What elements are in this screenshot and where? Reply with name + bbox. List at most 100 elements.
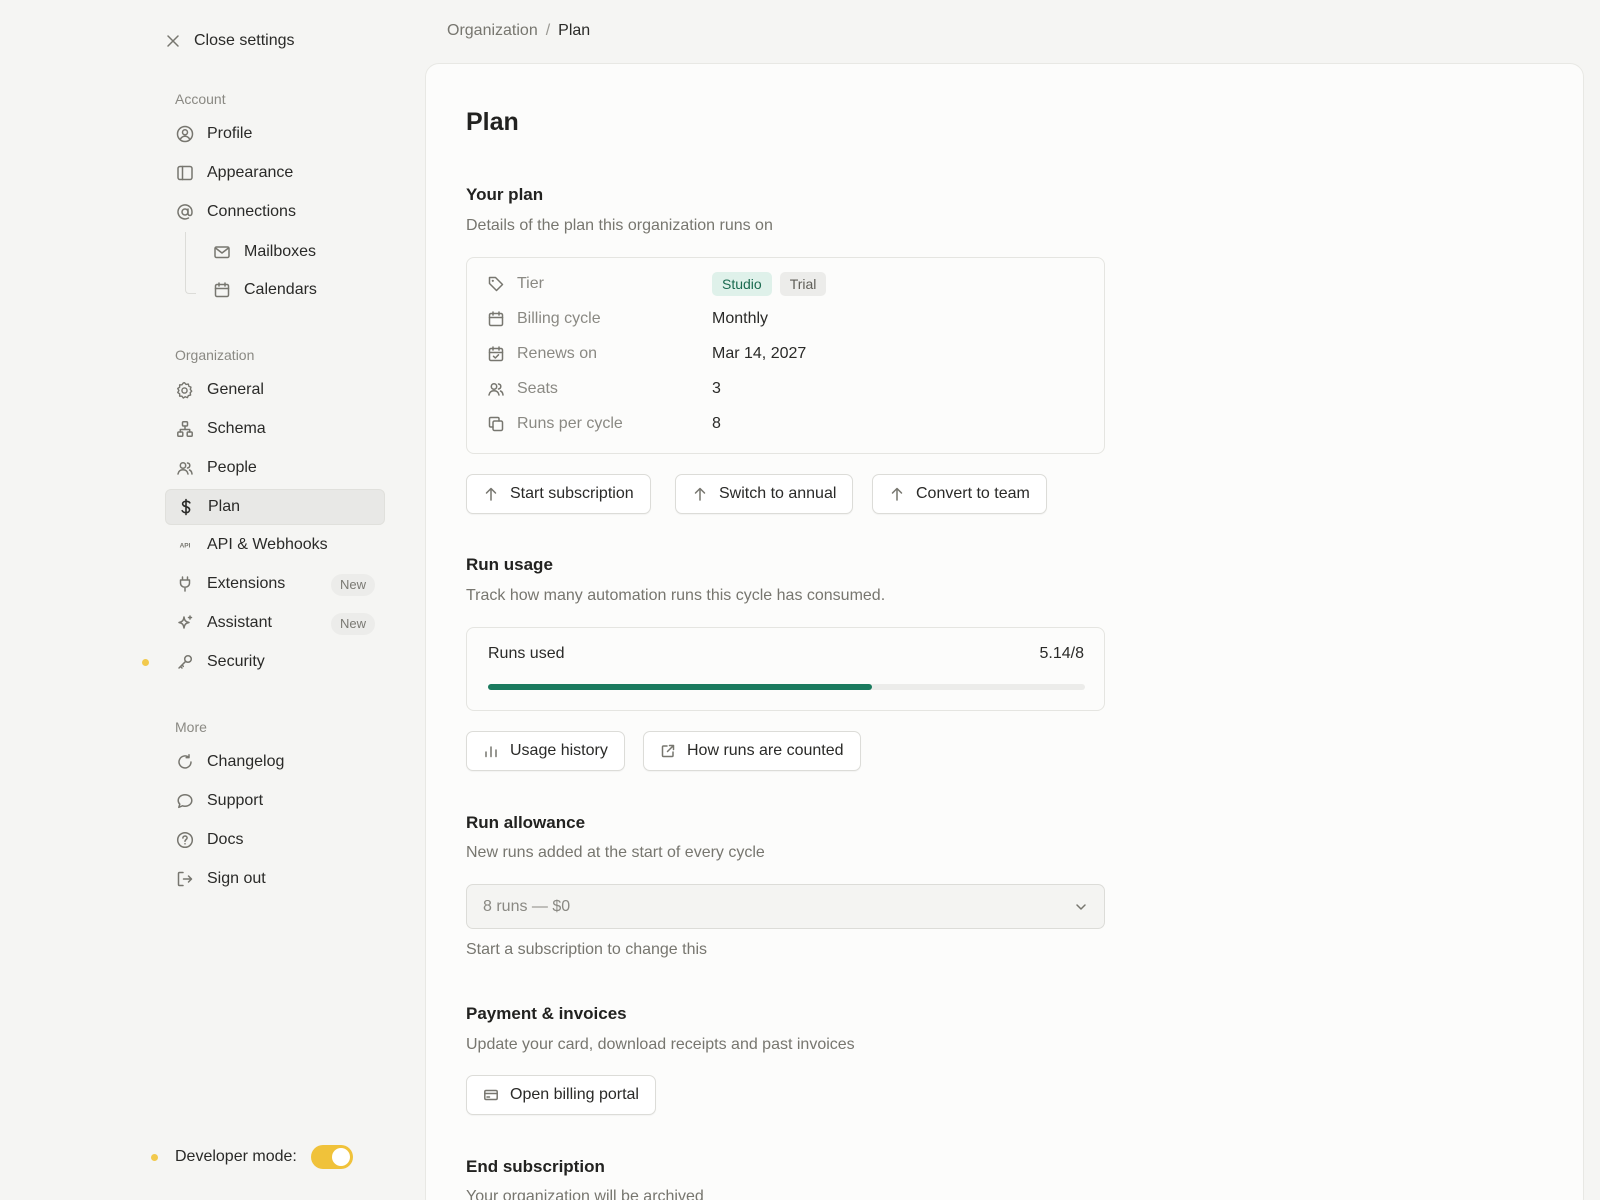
sidebar-item-schema[interactable]: Schema	[165, 411, 385, 447]
sidebar-item-label: Plan	[208, 498, 241, 515]
plan-row-value: Monthly	[712, 310, 769, 327]
tree-connector	[185, 232, 196, 294]
api-icon: API	[175, 536, 194, 555]
your-plan-description: Details of the plan this organization ru…	[466, 217, 773, 234]
sidebar-item-mailboxes[interactable]: Mailboxes	[202, 234, 385, 270]
plan-row-tier: Tier Studio Trial	[487, 272, 1087, 296]
start-subscription-button[interactable]: Start subscription	[466, 474, 651, 514]
plan-row-seats: Seats 3	[487, 378, 1087, 400]
run-allowance-heading: Run allowance	[466, 813, 586, 832]
close-settings-button[interactable]: Close settings	[165, 30, 295, 52]
plan-row-label: Renews on	[517, 345, 598, 362]
copy-icon	[487, 415, 505, 433]
sidebar-item-label: Schema	[207, 420, 266, 437]
switch-to-annual-button[interactable]: Switch to annual	[675, 474, 854, 514]
sidebar-item-plan[interactable]: Plan	[165, 489, 385, 525]
users-icon	[487, 380, 505, 398]
run-allowance-select-value: 8 runs — $0	[483, 897, 571, 915]
sidebar-item-label: API & Webhooks	[207, 536, 328, 553]
sidebar-item-label: Extensions	[207, 575, 286, 592]
sidebar-item-changelog[interactable]: Changelog	[165, 744, 385, 780]
plan-row-renews-on: Renews on Mar 14, 2027	[487, 343, 1087, 365]
chevron-down-icon	[1074, 900, 1088, 914]
schema-icon	[175, 420, 194, 439]
plan-row-billing-cycle: Billing cycle Monthly	[487, 308, 1087, 330]
close-settings-label: Close settings	[194, 32, 295, 49]
developer-mode-indicator-dot	[151, 1154, 158, 1161]
external-link-icon	[660, 743, 676, 759]
end-subscription-heading: End subscription	[466, 1157, 605, 1176]
page-title: Plan	[466, 108, 519, 136]
sidebar-item-people[interactable]: People	[165, 450, 385, 486]
sidebar-item-calendars[interactable]: Calendars	[202, 272, 385, 308]
arrow-up-icon	[692, 486, 708, 502]
sidebar-item-profile[interactable]: Profile	[165, 116, 385, 152]
new-badge: New	[330, 613, 375, 635]
sidebar-item-label: Docs	[207, 831, 244, 848]
convert-to-team-button[interactable]: Convert to team	[872, 474, 1047, 514]
sidebar-item-connections[interactable]: Connections	[165, 194, 385, 230]
new-badge: New	[330, 574, 375, 596]
sidebar-item-extensions[interactable]: Extensions New	[165, 566, 385, 602]
sidebar-item-api-webhooks[interactable]: API API & Webhooks	[165, 527, 385, 563]
user-circle-icon	[175, 125, 194, 144]
logout-icon	[175, 870, 194, 889]
bar-chart-icon	[483, 743, 499, 759]
plan-row-label: Runs per cycle	[517, 415, 623, 432]
sidebar-item-label: Mailboxes	[244, 243, 317, 260]
svg-text:API: API	[179, 543, 190, 550]
sidebar-item-general[interactable]: General	[165, 372, 385, 408]
button-label: How runs are counted	[687, 742, 844, 759]
developer-mode-toggle[interactable]	[310, 1145, 353, 1169]
sidebar-item-docs[interactable]: Docs	[165, 822, 385, 858]
users-icon	[175, 459, 194, 478]
tier-tag-studio: Studio	[712, 272, 772, 296]
button-label: Start subscription	[510, 485, 634, 502]
credit-card-icon	[483, 1087, 499, 1103]
chat-icon	[175, 792, 194, 811]
sparkle-icon	[175, 614, 194, 633]
main-panel: Plan Your plan Details of the plan this …	[425, 63, 1584, 1200]
open-billing-portal-button[interactable]: Open billing portal	[466, 1075, 656, 1115]
sidebar-item-label: Sign out	[207, 870, 266, 887]
settings-sidebar: Close settings Account Profile Appearanc…	[0, 0, 425, 1200]
calendar-check-icon	[487, 345, 505, 363]
tier-tag-trial: Trial	[779, 272, 827, 296]
sidebar-item-label: Profile	[207, 125, 253, 142]
usage-history-button[interactable]: Usage history	[466, 731, 625, 771]
sidebar-item-support[interactable]: Support	[165, 783, 385, 819]
arrow-up-icon	[889, 486, 905, 502]
sidebar-item-appearance[interactable]: Appearance	[165, 155, 385, 191]
dollar-icon	[176, 498, 195, 517]
run-allowance-select[interactable]: 8 runs — $0	[466, 884, 1105, 929]
breadcrumb-organization-link[interactable]: Organization	[447, 22, 538, 40]
sidebar-item-label: Security	[207, 653, 265, 670]
sidebar-item-label: Calendars	[244, 281, 317, 298]
help-circle-icon	[175, 831, 194, 850]
close-icon	[165, 33, 181, 49]
calendar-icon	[212, 281, 231, 300]
at-sign-icon	[175, 203, 194, 222]
how-runs-are-counted-button[interactable]: How runs are counted	[643, 731, 861, 771]
button-label: Usage history	[510, 742, 608, 759]
plan-row-value: Studio Trial	[712, 272, 827, 296]
plan-row-value: 3	[712, 380, 721, 397]
sidebar-item-sign-out[interactable]: Sign out	[165, 861, 385, 897]
developer-mode-label: Developer mode:	[175, 1148, 297, 1165]
plan-row-value: Mar 14, 2027	[712, 345, 807, 362]
sidebar-item-security[interactable]: Security	[165, 644, 385, 680]
sidebar-item-assistant[interactable]: Assistant New	[165, 605, 385, 641]
mail-icon	[212, 243, 231, 262]
sidebar-item-label: People	[207, 459, 257, 476]
payment-heading: Payment & invoices	[466, 1004, 627, 1023]
arrow-up-icon	[483, 486, 499, 502]
your-plan-heading: Your plan	[466, 185, 544, 204]
run-allowance-description: New runs added at the start of every cyc…	[466, 844, 765, 861]
runs-progress-fill	[488, 684, 872, 690]
sidebar-item-label: Changelog	[207, 753, 285, 770]
run-allowance-hint: Start a subscription to change this	[466, 941, 708, 958]
breadcrumb-separator: /	[545, 22, 551, 39]
calendar-icon	[487, 310, 505, 328]
sidebar-item-label: Assistant	[207, 614, 272, 631]
plan-row-runs-per-cycle: Runs per cycle 8	[487, 413, 1087, 435]
